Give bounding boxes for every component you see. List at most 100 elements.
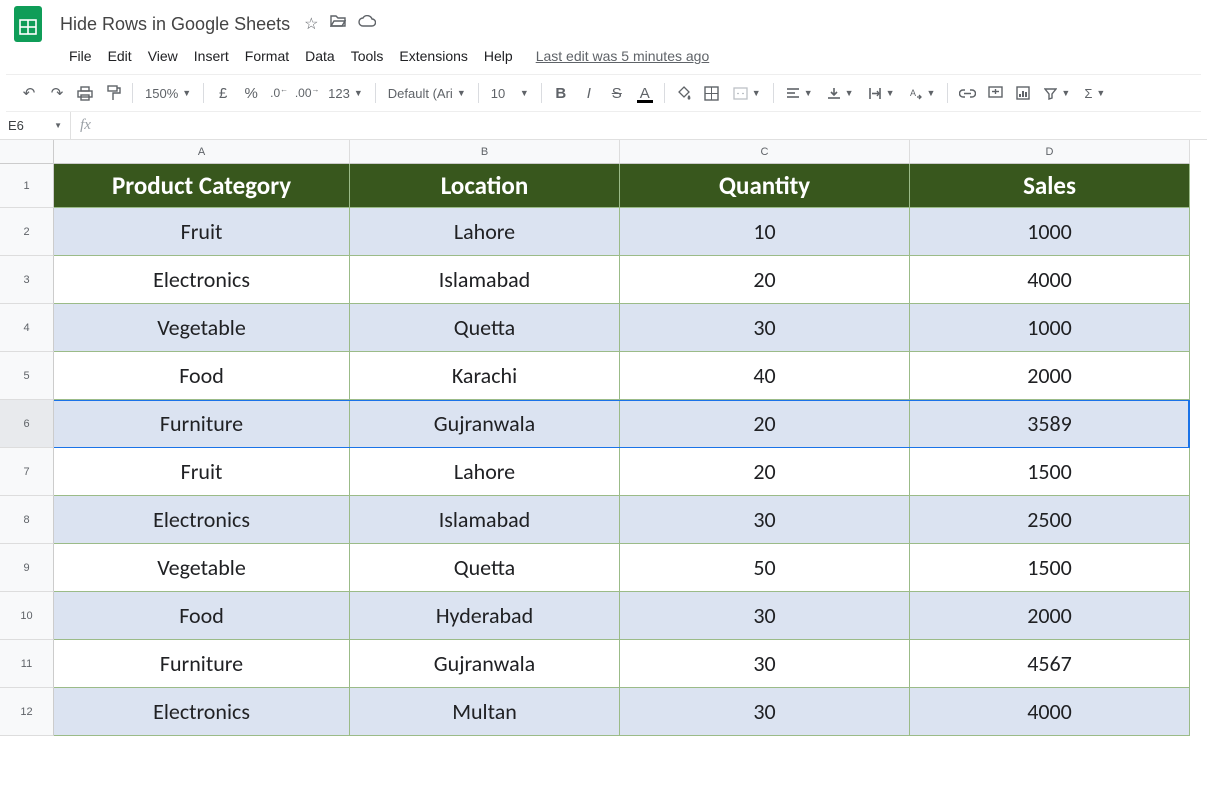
undo-button[interactable]: ↶ [16, 80, 42, 106]
table-cell[interactable]: 50 [620, 544, 910, 592]
menu-file[interactable]: File [62, 44, 99, 68]
table-cell[interactable]: Islamabad [350, 496, 620, 544]
table-cell[interactable]: Fruit [54, 448, 350, 496]
vertical-align-button[interactable]: ▼ [821, 80, 860, 106]
fill-color-button[interactable] [671, 80, 697, 106]
table-cell[interactable]: Hyderabad [350, 592, 620, 640]
insert-comment-button[interactable] [982, 80, 1008, 106]
document-title[interactable]: Hide Rows in Google Sheets [54, 12, 296, 37]
star-icon[interactable]: ☆ [304, 14, 318, 34]
row-header-8[interactable]: 8 [0, 496, 54, 544]
row-header-4[interactable]: 4 [0, 304, 54, 352]
table-cell[interactable]: Islamabad [350, 256, 620, 304]
row-header-12[interactable]: 12 [0, 688, 54, 736]
redo-button[interactable]: ↷ [44, 80, 70, 106]
bold-button[interactable]: B [548, 80, 574, 106]
font-select[interactable]: Default (Ari...▼ [382, 80, 472, 106]
font-size-select[interactable]: 10▼ [485, 80, 535, 106]
table-cell[interactable]: Gujranwala [350, 640, 620, 688]
move-folder-icon[interactable] [330, 14, 346, 34]
table-cell[interactable]: Furniture [54, 400, 350, 448]
functions-button[interactable]: Σ▼ [1078, 80, 1111, 106]
cloud-status-icon[interactable] [358, 14, 376, 34]
table-cell[interactable]: Vegetable [54, 544, 350, 592]
text-rotation-button[interactable]: A ▼ [902, 80, 941, 106]
table-header-cell[interactable]: Location [350, 164, 620, 208]
column-header-C[interactable]: C [620, 140, 910, 164]
row-header-9[interactable]: 9 [0, 544, 54, 592]
table-cell[interactable]: Lahore [350, 208, 620, 256]
table-cell[interactable]: 2500 [910, 496, 1190, 544]
table-cell[interactable]: 3589 [910, 400, 1190, 448]
percent-button[interactable]: % [238, 80, 264, 106]
table-cell[interactable]: Multan [350, 688, 620, 736]
table-cell[interactable]: 20 [620, 400, 910, 448]
name-box[interactable]: E6▼ [0, 118, 70, 133]
table-cell[interactable]: Quetta [350, 304, 620, 352]
merge-cells-button[interactable]: ▼ [727, 80, 767, 106]
table-cell[interactable]: 30 [620, 304, 910, 352]
table-cell[interactable]: Lahore [350, 448, 620, 496]
table-cell[interactable]: Karachi [350, 352, 620, 400]
row-header-3[interactable]: 3 [0, 256, 54, 304]
table-cell[interactable]: 1000 [910, 208, 1190, 256]
table-cell[interactable]: 2000 [910, 592, 1190, 640]
menu-tools[interactable]: Tools [344, 44, 391, 68]
italic-button[interactable]: I [576, 80, 602, 106]
menu-help[interactable]: Help [477, 44, 520, 68]
currency-button[interactable]: £ [210, 80, 236, 106]
menu-edit[interactable]: Edit [101, 44, 139, 68]
table-cell[interactable]: Vegetable [54, 304, 350, 352]
row-header-6[interactable]: 6 [0, 400, 54, 448]
table-cell[interactable]: 4567 [910, 640, 1190, 688]
insert-link-button[interactable] [954, 80, 980, 106]
zoom-select[interactable]: 150%▼ [139, 80, 197, 106]
menu-extensions[interactable]: Extensions [392, 44, 474, 68]
menu-data[interactable]: Data [298, 44, 342, 68]
column-header-B[interactable]: B [350, 140, 620, 164]
table-cell[interactable]: Furniture [54, 640, 350, 688]
table-cell[interactable]: 20 [620, 256, 910, 304]
table-header-cell[interactable]: Product Category [54, 164, 350, 208]
filter-button[interactable]: ▼ [1038, 80, 1076, 106]
table-cell[interactable]: Electronics [54, 688, 350, 736]
row-header-1[interactable]: 1 [0, 164, 54, 208]
table-cell[interactable]: 40 [620, 352, 910, 400]
column-header-D[interactable]: D [910, 140, 1190, 164]
table-cell[interactable]: 4000 [910, 688, 1190, 736]
table-cell[interactable]: Gujranwala [350, 400, 620, 448]
table-cell[interactable]: 30 [620, 496, 910, 544]
borders-button[interactable] [699, 80, 725, 106]
table-header-cell[interactable]: Quantity [620, 164, 910, 208]
table-cell[interactable]: 2000 [910, 352, 1190, 400]
table-header-cell[interactable]: Sales [910, 164, 1190, 208]
more-formats-select[interactable]: 123▼ [322, 80, 369, 106]
insert-chart-button[interactable] [1010, 80, 1036, 106]
table-cell[interactable]: 30 [620, 592, 910, 640]
select-all-corner[interactable] [0, 140, 54, 164]
table-cell[interactable]: Fruit [54, 208, 350, 256]
table-cell[interactable]: 1000 [910, 304, 1190, 352]
text-color-button[interactable]: A [632, 80, 658, 106]
row-header-2[interactable]: 2 [0, 208, 54, 256]
table-cell[interactable]: Electronics [54, 256, 350, 304]
strikethrough-button[interactable]: S [604, 80, 630, 106]
menu-format[interactable]: Format [238, 44, 296, 68]
table-cell[interactable]: 30 [620, 688, 910, 736]
sheets-logo-icon[interactable] [10, 6, 46, 42]
column-header-A[interactable]: A [54, 140, 350, 164]
table-cell[interactable]: 4000 [910, 256, 1190, 304]
menu-view[interactable]: View [141, 44, 185, 68]
menu-insert[interactable]: Insert [187, 44, 236, 68]
last-edit-link[interactable]: Last edit was 5 minutes ago [536, 48, 710, 64]
decrease-decimal-button[interactable]: .0← [266, 80, 292, 106]
table-cell[interactable]: 1500 [910, 448, 1190, 496]
table-cell[interactable]: 10 [620, 208, 910, 256]
print-button[interactable] [72, 80, 98, 106]
table-cell[interactable]: 20 [620, 448, 910, 496]
formula-bar[interactable] [100, 112, 1207, 139]
table-cell[interactable]: 30 [620, 640, 910, 688]
paint-format-button[interactable] [100, 80, 126, 106]
row-header-5[interactable]: 5 [0, 352, 54, 400]
table-cell[interactable]: Quetta [350, 544, 620, 592]
